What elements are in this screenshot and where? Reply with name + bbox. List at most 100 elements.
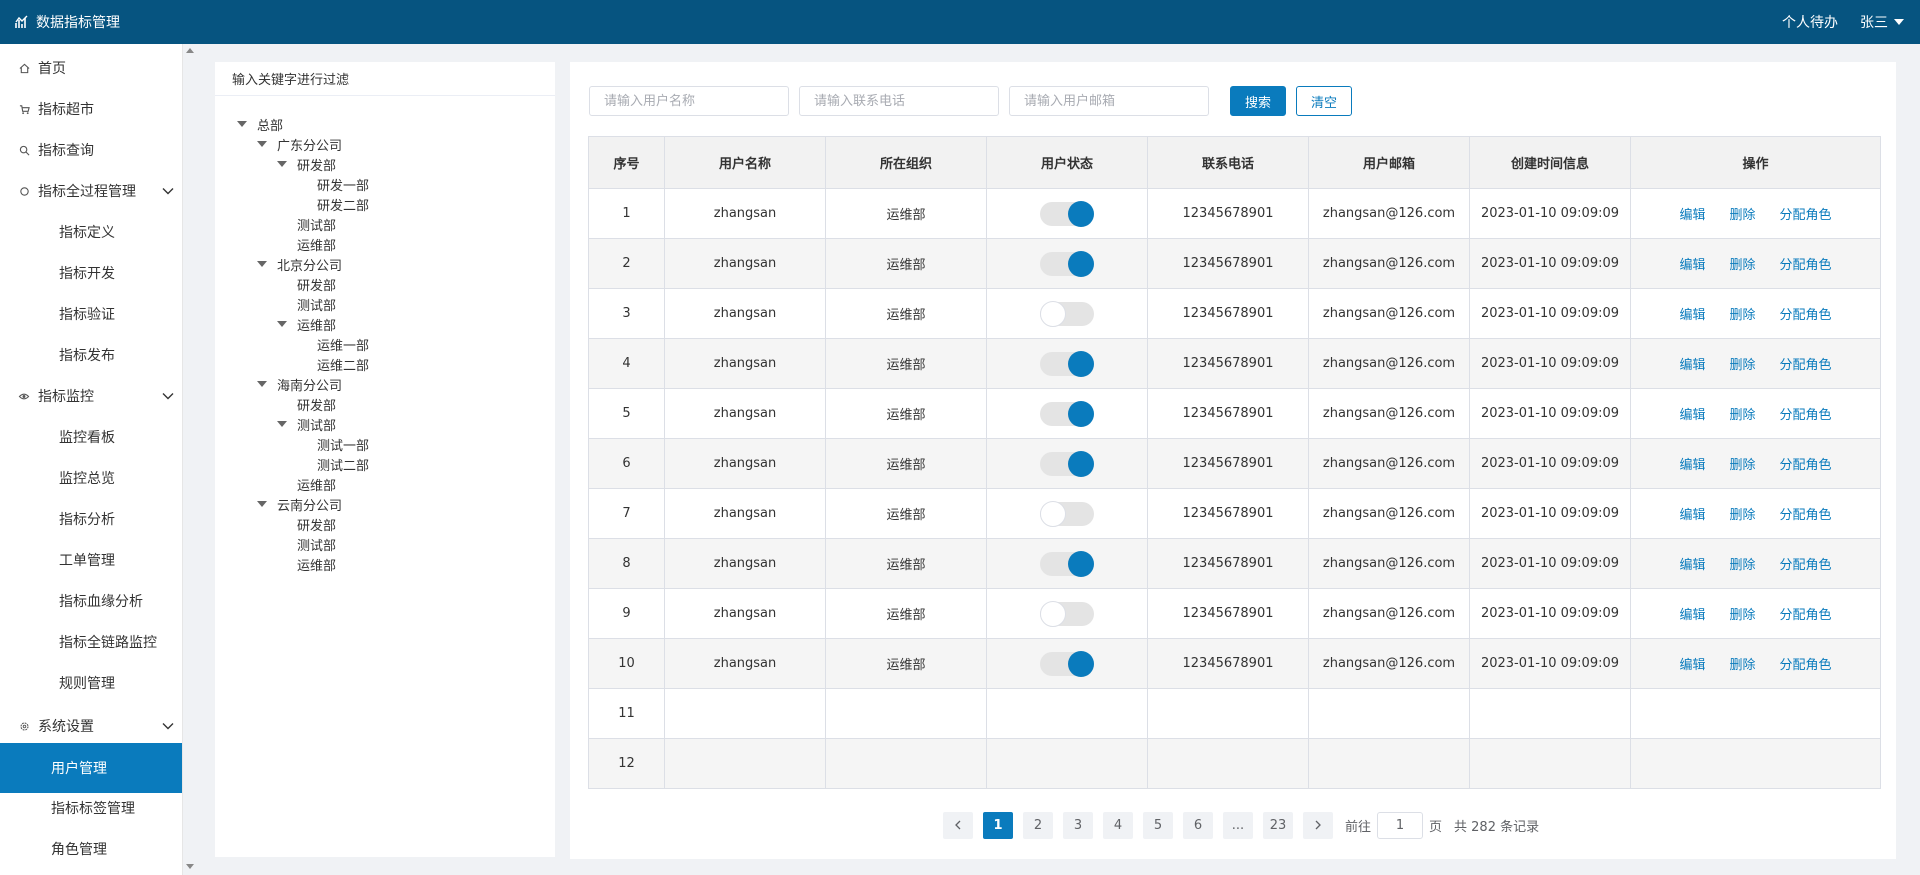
phone-input[interactable] bbox=[799, 86, 999, 116]
page-button[interactable]: 3 bbox=[1063, 811, 1093, 839]
edit-link[interactable]: 编辑 bbox=[1679, 508, 1705, 523]
delete-link[interactable]: 删除 bbox=[1729, 208, 1755, 223]
status-toggle[interactable] bbox=[1040, 600, 1094, 627]
tree-node[interactable]: 北京分公司 bbox=[257, 254, 342, 274]
status-toggle[interactable] bbox=[1040, 500, 1094, 527]
column-header[interactable]: 用户状态 bbox=[986, 136, 1148, 189]
status-toggle[interactable] bbox=[1040, 450, 1094, 477]
delete-link[interactable]: 删除 bbox=[1729, 358, 1755, 373]
delete-link[interactable]: 删除 bbox=[1729, 458, 1755, 473]
sidebar-item-monitor[interactable]: 指标监控 bbox=[0, 376, 182, 416]
todo-link[interactable]: 个人待办 bbox=[1782, 12, 1838, 32]
tree-node[interactable]: 研发二部 bbox=[317, 194, 369, 214]
column-header[interactable]: 联系电话 bbox=[1147, 136, 1309, 189]
delete-link[interactable]: 删除 bbox=[1729, 258, 1755, 273]
delete-link[interactable]: 删除 bbox=[1729, 558, 1755, 573]
page-button[interactable]: 4 bbox=[1103, 811, 1133, 839]
edit-link[interactable]: 编辑 bbox=[1679, 558, 1705, 573]
sidebar-item-analysis[interactable]: 指标分析 bbox=[0, 499, 182, 539]
status-toggle[interactable] bbox=[1040, 400, 1094, 427]
sidebar-item-query[interactable]: 指标查询 bbox=[0, 130, 182, 170]
sidebar-item-definition[interactable]: 指标定义 bbox=[0, 212, 182, 252]
username-input[interactable] bbox=[589, 86, 789, 116]
caret-down-icon[interactable] bbox=[277, 161, 287, 167]
column-header[interactable]: 操作 bbox=[1630, 136, 1881, 189]
search-button[interactable]: 搜索 bbox=[1230, 86, 1286, 116]
tree-node[interactable]: 测试部 bbox=[297, 214, 336, 234]
delete-link[interactable]: 删除 bbox=[1729, 658, 1755, 673]
column-header[interactable]: 序号 bbox=[588, 136, 665, 189]
assign-role-link[interactable]: 分配角色 bbox=[1780, 208, 1832, 223]
tree-node[interactable]: 运维部 bbox=[297, 554, 336, 574]
delete-link[interactable]: 删除 bbox=[1729, 608, 1755, 623]
next-page-button[interactable] bbox=[1303, 811, 1333, 839]
caret-down-icon[interactable] bbox=[257, 141, 267, 147]
tree-node[interactable]: 测试二部 bbox=[317, 454, 369, 474]
scroll-down-icon[interactable] bbox=[186, 864, 194, 869]
sidebar-item-fullchain[interactable]: 指标全链路监控 bbox=[0, 622, 182, 662]
sidebar-item-market[interactable]: 指标超市 bbox=[0, 89, 182, 129]
tree-node[interactable]: 研发部 bbox=[297, 394, 336, 414]
edit-link[interactable]: 编辑 bbox=[1679, 308, 1705, 323]
status-toggle[interactable] bbox=[1040, 300, 1094, 327]
caret-down-icon[interactable] bbox=[257, 381, 267, 387]
delete-link[interactable]: 删除 bbox=[1729, 508, 1755, 523]
tree-node[interactable]: 研发一部 bbox=[317, 174, 369, 194]
page-button[interactable]: 6 bbox=[1183, 811, 1213, 839]
clear-button[interactable]: 清空 bbox=[1296, 86, 1352, 116]
page-ellipsis[interactable]: ... bbox=[1223, 811, 1253, 839]
assign-role-link[interactable]: 分配角色 bbox=[1780, 358, 1832, 373]
tree-node[interactable]: 运维部 bbox=[277, 314, 336, 334]
caret-down-icon[interactable] bbox=[257, 261, 267, 267]
status-toggle[interactable] bbox=[1040, 650, 1094, 677]
tree-node[interactable]: 运维部 bbox=[297, 474, 336, 494]
tree-node[interactable]: 测试部 bbox=[297, 294, 336, 314]
assign-role-link[interactable]: 分配角色 bbox=[1780, 308, 1832, 323]
page-button[interactable]: 23 bbox=[1263, 811, 1293, 839]
assign-role-link[interactable]: 分配角色 bbox=[1780, 508, 1832, 523]
sidebar-item-publish[interactable]: 指标发布 bbox=[0, 335, 182, 375]
tree-node[interactable]: 运维部 bbox=[297, 234, 336, 254]
prev-page-button[interactable] bbox=[943, 811, 973, 839]
tree-node[interactable]: 研发部 bbox=[277, 154, 336, 174]
tree-filter-input[interactable]: 输入关键字进行过滤 bbox=[215, 62, 555, 96]
assign-role-link[interactable]: 分配角色 bbox=[1780, 658, 1832, 673]
sidebar-item-validation[interactable]: 指标验证 bbox=[0, 294, 182, 334]
assign-role-link[interactable]: 分配角色 bbox=[1780, 608, 1832, 623]
sidebar-item-overview[interactable]: 监控总览 bbox=[0, 458, 182, 498]
tree-node[interactable]: 总部 bbox=[237, 114, 283, 134]
brand[interactable]: 数据指标管理 bbox=[14, 12, 120, 32]
column-header[interactable]: 所在组织 bbox=[825, 136, 987, 189]
scroll-up-icon[interactable] bbox=[186, 48, 194, 53]
tree-node[interactable]: 运维二部 bbox=[317, 354, 369, 374]
sidebar-item-tags[interactable]: 指标标签管理 bbox=[0, 788, 182, 828]
edit-link[interactable]: 编辑 bbox=[1679, 208, 1705, 223]
tree-node[interactable]: 测试部 bbox=[297, 534, 336, 554]
tree-node[interactable]: 云南分公司 bbox=[257, 494, 342, 514]
assign-role-link[interactable]: 分配角色 bbox=[1780, 458, 1832, 473]
edit-link[interactable]: 编辑 bbox=[1679, 358, 1705, 373]
caret-down-icon[interactable] bbox=[277, 421, 287, 427]
status-toggle[interactable] bbox=[1040, 200, 1094, 227]
column-header[interactable]: 用户名称 bbox=[664, 136, 826, 189]
sidebar-item-roles[interactable]: 角色管理 bbox=[0, 829, 182, 869]
status-toggle[interactable] bbox=[1040, 350, 1094, 377]
sidebar-item-rules[interactable]: 规则管理 bbox=[0, 663, 182, 703]
column-header[interactable]: 用户邮箱 bbox=[1308, 136, 1470, 189]
sidebar-item-development[interactable]: 指标开发 bbox=[0, 253, 182, 293]
sidebar-item-lineage[interactable]: 指标血缘分析 bbox=[0, 581, 182, 621]
status-toggle[interactable] bbox=[1040, 550, 1094, 577]
sidebar-item-tickets[interactable]: 工单管理 bbox=[0, 540, 182, 580]
edit-link[interactable]: 编辑 bbox=[1679, 658, 1705, 673]
caret-down-icon[interactable] bbox=[277, 321, 287, 327]
tree-node[interactable]: 测试部 bbox=[277, 414, 336, 434]
edit-link[interactable]: 编辑 bbox=[1679, 458, 1705, 473]
tree-node[interactable]: 测试一部 bbox=[317, 434, 369, 454]
tree-node[interactable]: 海南分公司 bbox=[257, 374, 342, 394]
email-input[interactable] bbox=[1009, 86, 1209, 116]
user-menu[interactable]: 张三 bbox=[1860, 12, 1904, 32]
page-button[interactable]: 5 bbox=[1143, 811, 1173, 839]
tree-node[interactable]: 研发部 bbox=[297, 514, 336, 534]
page-button[interactable]: 1 bbox=[983, 811, 1013, 839]
edit-link[interactable]: 编辑 bbox=[1679, 408, 1705, 423]
